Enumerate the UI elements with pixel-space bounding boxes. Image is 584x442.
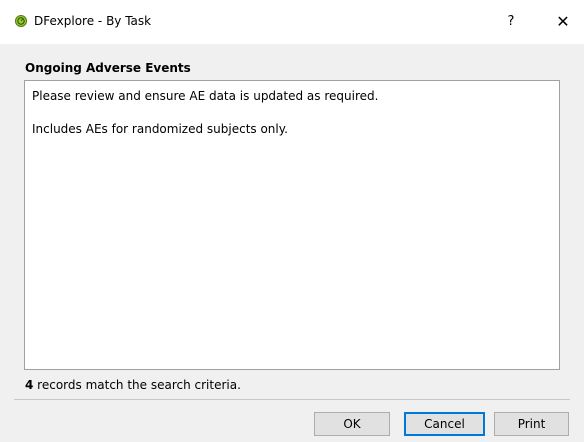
app-clock-icon — [15, 15, 27, 27]
status-message: 4 records match the search criteria. — [25, 377, 241, 393]
window-title: DFexplore - By Task — [34, 14, 152, 28]
dialog-window: DFexplore - By Task ? ✕ Ongoing Adverse … — [0, 0, 584, 442]
description-line-1: Please review and ensure AE data is upda… — [32, 89, 379, 103]
help-button[interactable]: ? — [494, 0, 528, 44]
ok-button[interactable]: OK — [314, 412, 390, 436]
status-text: records match the search criteria. — [33, 378, 241, 392]
title-bar: DFexplore - By Task ? ✕ — [0, 0, 584, 44]
print-button[interactable]: Print — [494, 412, 569, 436]
divider — [14, 399, 570, 400]
section-heading: Ongoing Adverse Events — [25, 61, 191, 75]
close-button[interactable]: ✕ — [548, 0, 578, 44]
description-line-2: Includes AEs for randomized subjects onl… — [32, 122, 288, 136]
description-text-area[interactable]: Please review and ensure AE data is upda… — [24, 80, 560, 370]
cancel-button[interactable]: Cancel — [404, 412, 485, 436]
